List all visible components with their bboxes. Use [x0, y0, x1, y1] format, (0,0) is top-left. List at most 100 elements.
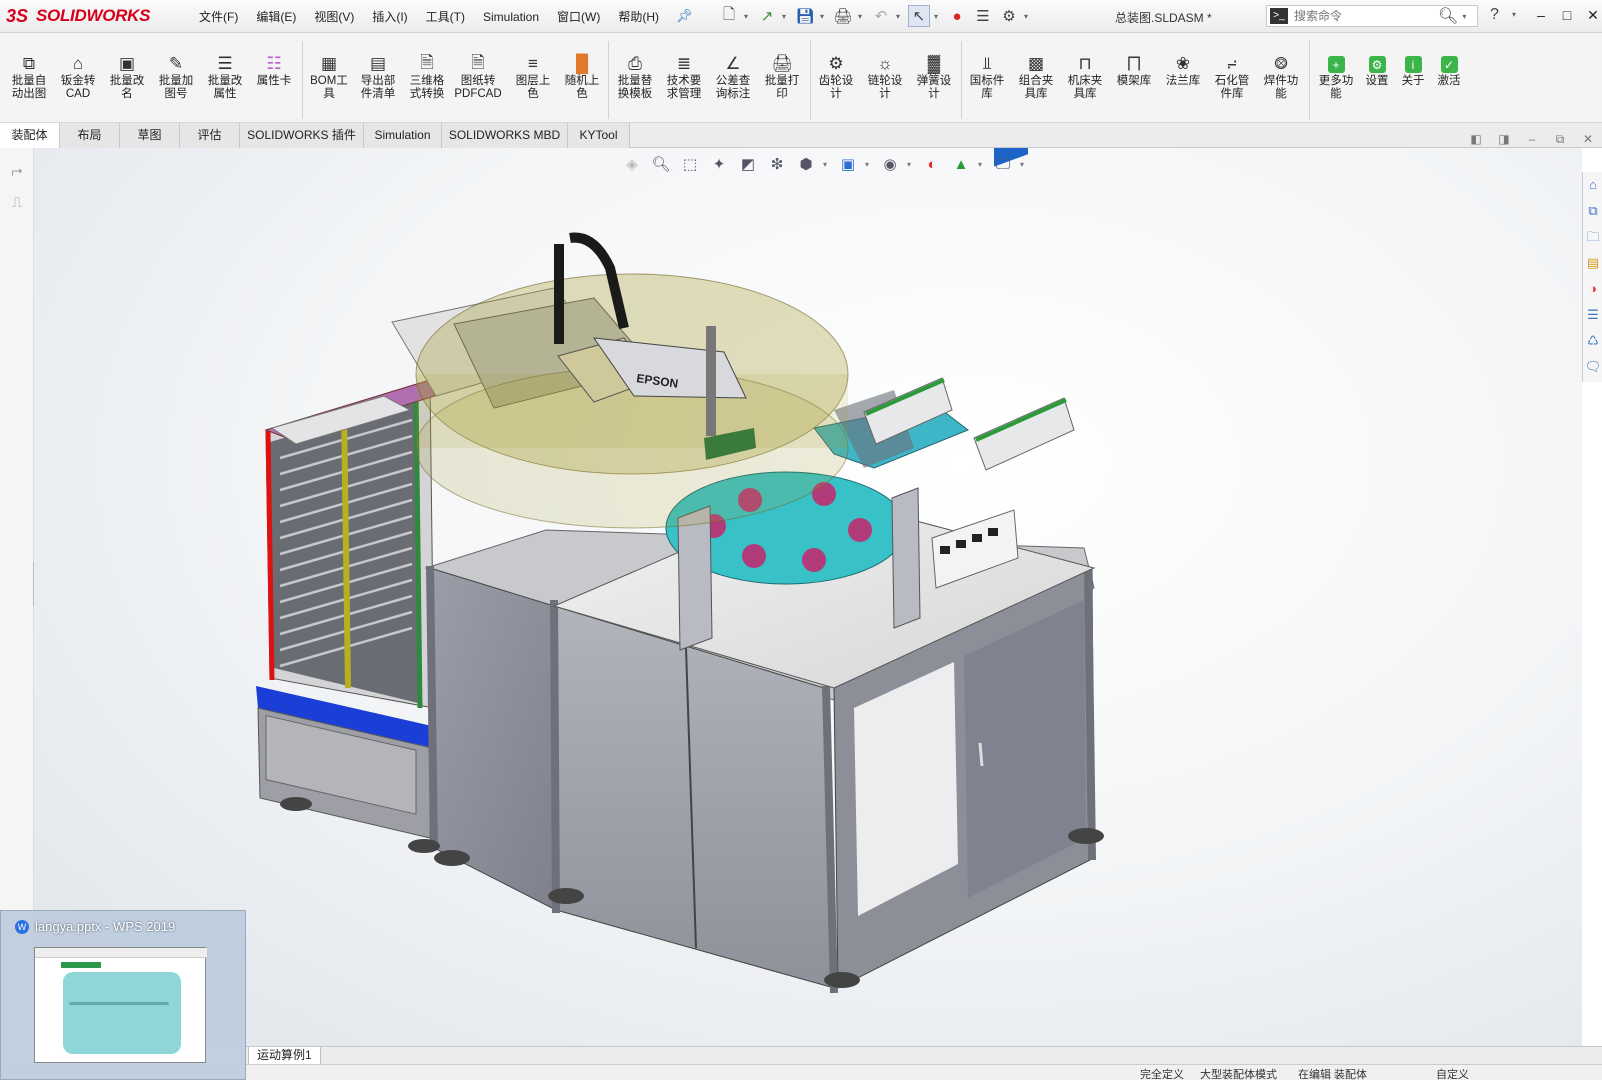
hide-show-dropdown-icon[interactable]: ▾ — [907, 160, 915, 169]
ribbon-combo-fixture[interactable]: ▩ 组合夹 具库 — [1011, 53, 1061, 101]
ribbon-batch-drawing[interactable]: ⧉ 批量自 动出图 — [4, 53, 54, 101]
previous-view-arrow-icon[interactable]: ✦ — [707, 153, 731, 175]
maximize-icon[interactable]: □ — [1556, 4, 1578, 26]
tab-assembly[interactable]: 装配体 — [0, 123, 60, 149]
menu-simulation[interactable]: Simulation — [474, 8, 548, 26]
zoom-to-fit-icon[interactable]: 🔍︎ — [649, 153, 673, 175]
ribbon-activate[interactable]: ✓ 激活 — [1424, 53, 1474, 88]
help-icon[interactable]: ? — [1490, 6, 1499, 24]
tab-addins[interactable]: SOLIDWORKS 插件 — [240, 123, 364, 148]
ribbon-random-color[interactable]: █ 随机上色 — [557, 53, 607, 101]
ribbon-bom-tool[interactable]: ▦ BOM工具 — [304, 53, 354, 101]
scene-dropdown-icon[interactable]: ▾ — [978, 160, 986, 169]
save-icon[interactable]: 💾︎ — [794, 5, 816, 27]
custom-properties-icon[interactable]: ☰ — [1583, 302, 1602, 328]
search-input[interactable] — [1294, 9, 1434, 23]
tab-mbd[interactable]: SOLIDWORKS MBD — [442, 123, 568, 148]
file-properties-icon[interactable]: ☰ — [972, 5, 994, 27]
ribbon-gear-design[interactable]: ⚙ 齿轮设计 — [811, 53, 861, 101]
zoom-area-icon[interactable]: ⬚ — [678, 153, 702, 175]
ribbon-weldment[interactable]: ⨷ 焊件功能 — [1256, 53, 1306, 101]
save-dropdown-icon[interactable]: ▾ — [820, 12, 828, 21]
ribbon-machine-clamp[interactable]: ⊓ 机床夹 具库 — [1060, 53, 1110, 101]
ribbon-spring-design[interactable]: ▓ 弹簧设计 — [909, 53, 959, 101]
new-dropdown-icon[interactable]: ▾ — [744, 12, 752, 21]
tile-left-icon[interactable]: ◧ — [1468, 131, 1484, 147]
tab-simulation[interactable]: Simulation — [364, 123, 442, 148]
ribbon-batch-property[interactable]: ☰ 批量改 属性 — [200, 53, 250, 101]
tab-evaluate[interactable]: 评估 — [180, 123, 240, 148]
view-orientation-dropdown-icon[interactable]: ▾ — [823, 160, 831, 169]
menu-edit[interactable]: 编辑(E) — [247, 8, 305, 26]
assembly-model[interactable]: EPSON — [34, 148, 1582, 1048]
ribbon-batch-rename[interactable]: ▣ 批量改名 — [102, 53, 152, 101]
ribbon-3d-convert[interactable]: 🗎 三维格 式转换 — [402, 53, 452, 101]
doc-close-icon[interactable]: ✕ — [1580, 131, 1596, 147]
ribbon-mold-base[interactable]: ⨅ 模架库 — [1109, 53, 1159, 88]
rebuild-traffic-light-icon[interactable]: ● — [946, 5, 968, 27]
graphics-area[interactable]: EPSON — [34, 148, 1582, 1048]
ribbon-batch-print[interactable]: 🖨︎ 批量打印 — [757, 53, 807, 101]
search-icon[interactable]: 🔍︎ — [1438, 6, 1458, 26]
ribbon-replace-template[interactable]: ⎙ 批量替 换模板 — [610, 53, 660, 101]
tab-kytool[interactable]: KYTool — [568, 123, 630, 148]
solidworks-resources-icon[interactable]: ♺ — [1583, 328, 1602, 354]
view-settings-icon[interactable]: 🖵︎ — [991, 153, 1015, 175]
menu-insert[interactable]: 插入(I) — [363, 8, 416, 26]
ribbon-drawing-pdfcad[interactable]: 🗎 图纸转 PDFCAD — [453, 53, 503, 101]
section-view-icon[interactable]: ◩ — [736, 153, 760, 175]
options-dropdown-icon[interactable]: ▾ — [1024, 12, 1032, 21]
ribbon-property-card[interactable]: ☷ 属性卡 — [249, 53, 299, 88]
ribbon-batch-number[interactable]: ✎ 批量加 图号 — [151, 53, 201, 101]
tab-motion-study-1[interactable]: 运动算例1 — [248, 1047, 321, 1065]
solidworks-logo[interactable]: 3S SOLIDWORKS — [6, 2, 166, 30]
forum-icon[interactable]: 🗨︎ — [1583, 354, 1602, 380]
select-cursor-icon[interactable]: ↖ — [908, 5, 930, 27]
home-icon[interactable]: ⌂ — [1583, 172, 1602, 198]
view-orientation-icon[interactable]: ⬢ — [794, 153, 818, 175]
search-dropdown-icon[interactable]: ▾ — [1462, 12, 1466, 21]
ribbon-layer-color[interactable]: ≡ 图层上色 — [508, 53, 558, 101]
doc-minimize-icon[interactable]: – — [1524, 131, 1540, 147]
ribbon-standard-parts[interactable]: ⫫ 国标件库 — [962, 53, 1012, 101]
appearances-icon[interactable]: ◑ — [1583, 276, 1602, 302]
sketch-step-icon[interactable]: ⎍ — [4, 194, 30, 218]
ribbon-sprocket-design[interactable]: ☼ 链轮设计 — [860, 53, 910, 101]
display-style-dropdown-icon[interactable]: ▾ — [865, 160, 873, 169]
menu-view[interactable]: 视图(V) — [305, 8, 363, 26]
open-dropdown-icon[interactable]: ▾ — [782, 12, 790, 21]
previous-view-icon[interactable]: ◈ — [620, 153, 644, 175]
undo-icon[interactable]: ↶ — [870, 5, 892, 27]
apply-scene-icon[interactable]: ▲ — [949, 153, 973, 175]
select-dropdown-icon[interactable]: ▾ — [934, 12, 942, 21]
status-units[interactable]: 自定义 — [1436, 1066, 1469, 1080]
new-document-icon[interactable]: 🗋 — [718, 5, 740, 27]
ribbon-tolerance[interactable]: ∠ 公差查 询标注 — [708, 53, 758, 101]
undo-dropdown-icon[interactable]: ▾ — [896, 12, 904, 21]
tile-right-icon[interactable]: ◨ — [1496, 131, 1512, 147]
ribbon-sheetmetal-cad[interactable]: ⌂ 钣金转 CAD — [53, 53, 103, 101]
view-settings-dropdown-icon[interactable]: ▾ — [1020, 160, 1028, 169]
menu-help[interactable]: 帮助(H) — [609, 8, 668, 26]
menu-file[interactable]: 文件(F) — [190, 8, 247, 26]
file-explorer-icon[interactable]: 🗀︎ — [1583, 224, 1602, 250]
tab-sketch[interactable]: 草图 — [120, 123, 180, 148]
print-icon[interactable]: 🖨︎ — [832, 5, 854, 27]
doc-restore-icon[interactable]: ⧉ — [1552, 131, 1568, 147]
thumbnail-slide-preview[interactable] — [34, 947, 207, 1063]
dynamic-annotation-icon[interactable]: ❇ — [765, 153, 789, 175]
ribbon-tech-requirements[interactable]: ≣ 技术要 求管理 — [659, 53, 709, 101]
display-style-icon[interactable]: ▣ — [836, 153, 860, 175]
tab-layout[interactable]: 布局 — [60, 123, 120, 148]
open-document-icon[interactable]: ↗ — [756, 5, 778, 27]
minimize-icon[interactable]: – — [1530, 4, 1552, 26]
ribbon-export-list[interactable]: ▤ 导出部 件清单 — [353, 53, 403, 101]
options-gear-icon[interactable]: ⚙ — [998, 5, 1020, 27]
pin-menu-icon[interactable]: 📌︎ — [676, 8, 693, 24]
hide-show-items-icon[interactable]: ◉ — [878, 153, 902, 175]
taskbar-thumbnail-preview[interactable]: W langya.pptx - WPS 2019 — [0, 910, 246, 1080]
menu-window[interactable]: 窗口(W) — [548, 8, 609, 26]
print-dropdown-icon[interactable]: ▾ — [858, 12, 866, 21]
design-library-icon[interactable]: ⧉ — [1583, 198, 1602, 224]
search-commands-box[interactable]: >_ 🔍︎ ▾ — [1266, 5, 1478, 27]
